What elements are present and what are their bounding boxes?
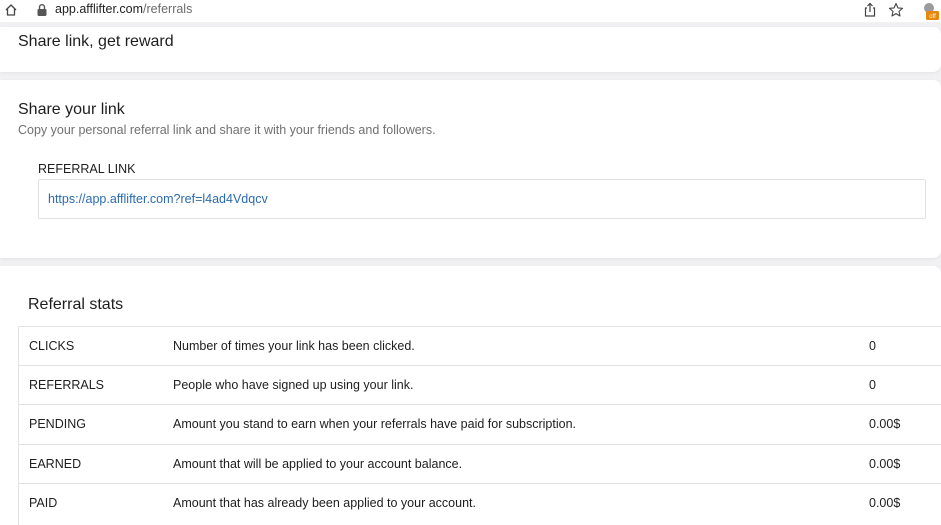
table-row: CLICKS Number of times your link has bee… bbox=[18, 326, 941, 365]
stat-description: Amount you stand to earn when your refer… bbox=[173, 417, 576, 431]
stat-name: REFERRALS bbox=[29, 378, 105, 392]
page-title: Share link, get reward bbox=[18, 33, 174, 50]
url-path: /referrals bbox=[143, 2, 193, 16]
referral-stats-heading: Referral stats bbox=[28, 296, 124, 313]
extension-badge: off bbox=[929, 14, 936, 20]
table-row: PAID Amount that has already been applie… bbox=[18, 483, 941, 522]
browser-toolbar: app.afflifter.com/referrals off bbox=[0, 0, 941, 22]
stat-name: PENDING bbox=[29, 417, 86, 431]
stat-description: Amount that will be applied to your acco… bbox=[173, 457, 463, 471]
share-link-heading: Share your link bbox=[18, 101, 125, 118]
table-row: REFERRALS People who have signed up usin… bbox=[18, 365, 941, 404]
referral-link-label: REFERRAL LINK bbox=[38, 162, 136, 176]
referral-link[interactable]: https://app.afflifter.com?ref=l4ad4Vdqcv bbox=[48, 192, 268, 206]
stat-description: Number of times your link has been click… bbox=[173, 339, 415, 353]
extension-icon[interactable]: off bbox=[921, 1, 939, 21]
stat-description: Amount that has already been applied to … bbox=[173, 496, 476, 510]
stat-name: EARNED bbox=[29, 457, 82, 471]
table-row: PENDING Amount you stand to earn when yo… bbox=[18, 404, 941, 443]
stat-name: CLICKS bbox=[29, 339, 75, 353]
share-link-description: Copy your personal referral link and sha… bbox=[18, 123, 436, 137]
referral-stats-card: Referral stats CLICKS Number of times yo… bbox=[0, 266, 941, 525]
referral-link-field[interactable]: https://app.afflifter.com?ref=l4ad4Vdqcv bbox=[38, 179, 926, 219]
stat-value: 0 bbox=[869, 378, 876, 392]
stat-value: 0 bbox=[869, 339, 876, 353]
url-host: app.afflifter.com bbox=[55, 2, 144, 16]
stat-value: 0.00$ bbox=[869, 417, 901, 431]
share-link-card: Share your link Copy your personal refer… bbox=[0, 80, 941, 258]
stat-description: People who have signed up using your lin… bbox=[173, 378, 414, 392]
reward-card: Share link, get reward bbox=[0, 27, 941, 72]
stat-name: PAID bbox=[29, 496, 58, 510]
stat-value: 0.00$ bbox=[869, 457, 901, 471]
stat-value: 0.00$ bbox=[869, 496, 901, 510]
address-bar[interactable]: app.afflifter.com/referrals bbox=[55, 2, 192, 16]
table-row: EARNED Amount that will be applied to yo… bbox=[18, 444, 941, 483]
share-icon[interactable] bbox=[863, 2, 877, 18]
star-icon[interactable] bbox=[888, 2, 904, 18]
lock-icon[interactable] bbox=[36, 3, 48, 17]
home-icon[interactable] bbox=[4, 2, 18, 18]
